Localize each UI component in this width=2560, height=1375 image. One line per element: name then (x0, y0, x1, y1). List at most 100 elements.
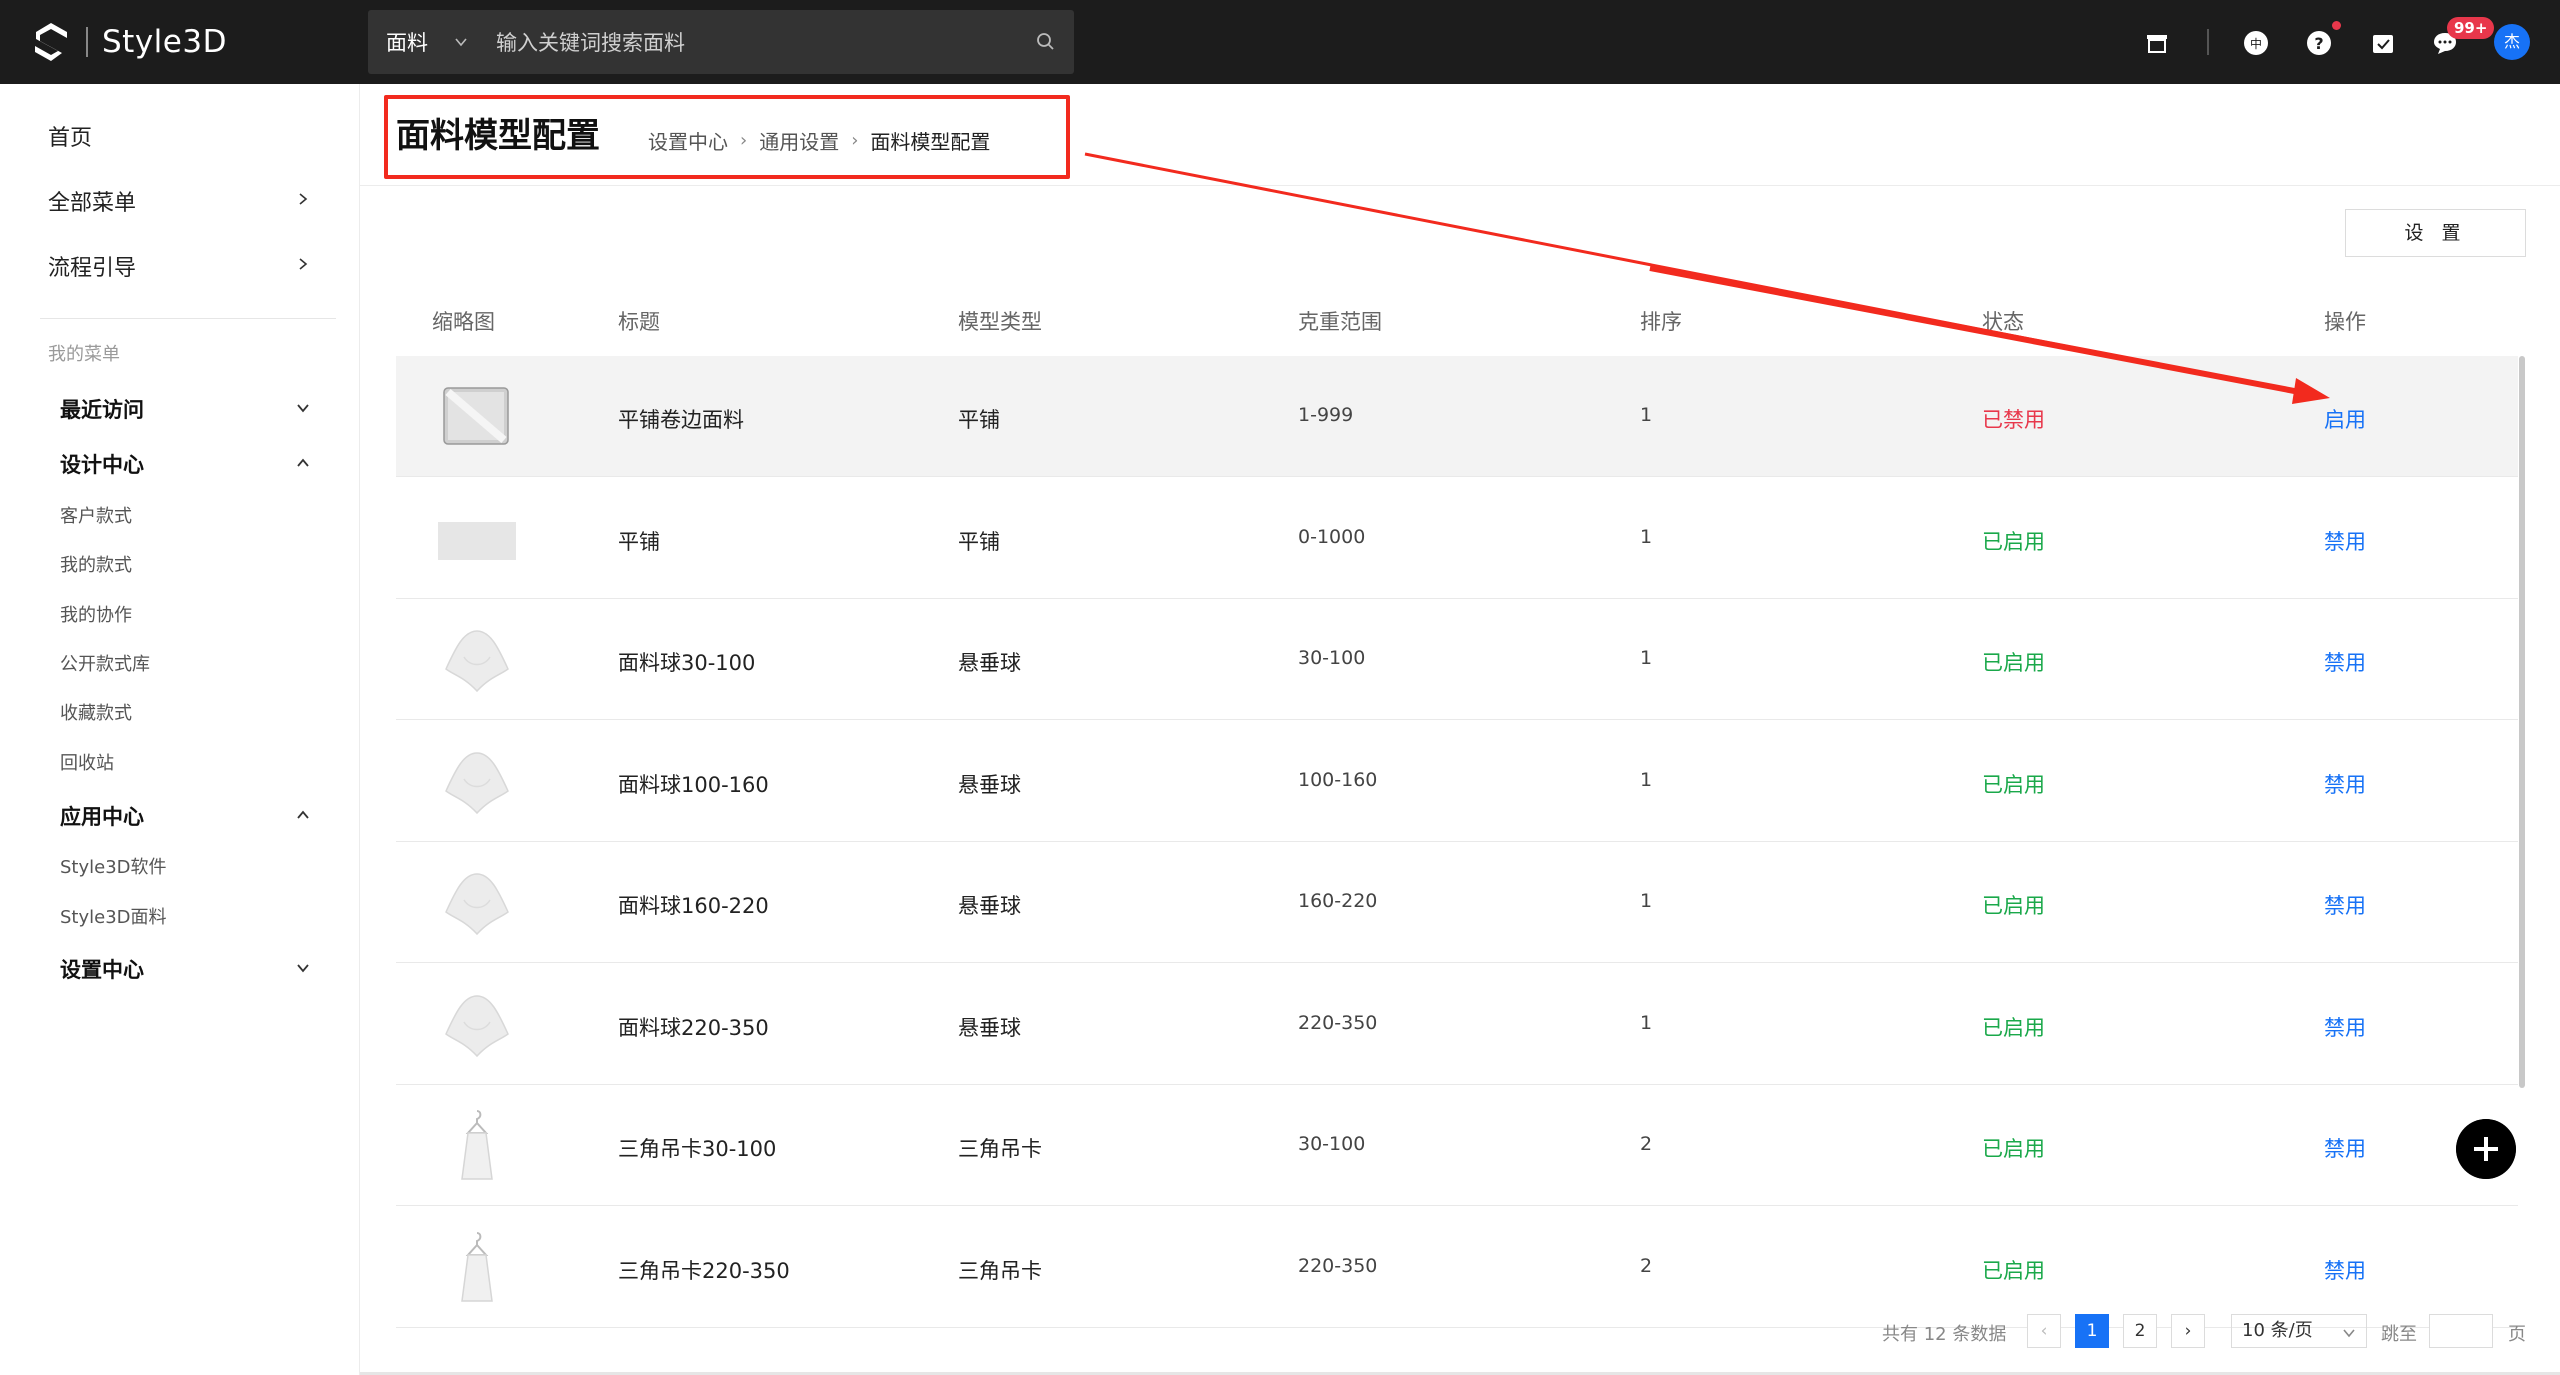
cell-status: 已启用 (1982, 1137, 2045, 1161)
cell-title: 三角吊卡30-100 (618, 1137, 777, 1161)
cell-model-type: 悬垂球 (958, 894, 1021, 918)
sidebar-item-my-collaborations[interactable]: 我的协作 (60, 601, 132, 627)
cell-title: 三角吊卡220-350 (618, 1258, 790, 1283)
sidebar-item-home[interactable]: 首页 (48, 120, 92, 152)
cell-status: 已启用 (1982, 651, 2045, 675)
table-scrollbar[interactable] (2519, 356, 2525, 1088)
jump-to-label: 跳至 (2381, 1324, 2417, 1345)
chevron-right-icon[interactable] (296, 192, 310, 206)
search-category-select[interactable]: 面料 (386, 27, 428, 57)
sidebar-item-style3d-software[interactable]: Style3D软件 (60, 853, 167, 879)
thumbnail-image (438, 521, 516, 560)
chevron-right-icon[interactable] (296, 257, 310, 271)
toggle-status-link[interactable]: 禁用 (2324, 890, 2366, 920)
column-header-title: 标题 (618, 310, 660, 334)
toggle-status-link[interactable]: 禁用 (2324, 1012, 2366, 1042)
sidebar-item-process-guide[interactable]: 流程引导 (48, 250, 136, 282)
language-icon[interactable]: 中 (2243, 30, 2269, 56)
page-size-select[interactable]: 10 条/页 (2231, 1314, 2367, 1348)
thumbnail-image (445, 630, 509, 693)
app-logo[interactable]: Style3D (32, 20, 227, 64)
help-alert-dot (2332, 21, 2341, 30)
chevron-up-icon[interactable] (296, 808, 310, 822)
sidebar-item-customer-styles[interactable]: 客户款式 (60, 502, 132, 528)
cell-model-type: 平铺 (958, 529, 1000, 554)
toggle-status-link[interactable]: 禁用 (2324, 526, 2366, 556)
page-suffix-label: 页 (2508, 1324, 2526, 1345)
toolbar-divider (2207, 29, 2209, 55)
pagination-page-1[interactable]: 1 (2075, 1314, 2109, 1348)
toggle-status-link[interactable]: 禁用 (2324, 1255, 2366, 1285)
table-row: 面料球30-100 悬垂球 30-100 1 已启用 禁用 (396, 599, 2518, 720)
cell-status: 已启用 (1982, 772, 2045, 797)
chevron-down-icon[interactable] (296, 401, 310, 415)
toggle-status-link[interactable]: 启用 (2324, 404, 2366, 434)
jump-to-input[interactable] (2429, 1314, 2493, 1348)
cell-status: 已启用 (1982, 529, 2045, 554)
cell-order: 1 (1640, 647, 1653, 669)
cell-status: 已启用 (1982, 894, 2045, 918)
sidebar-item-recycle-bin[interactable]: 回收站 (60, 749, 114, 775)
sidebar-item-favorites[interactable]: 收藏款式 (60, 699, 132, 725)
cell-weight-range: 30-100 (1298, 647, 1366, 669)
toggle-status-link[interactable]: 禁用 (2324, 769, 2366, 799)
cell-order: 2 (1640, 1133, 1653, 1155)
thumbnail-image (445, 994, 509, 1057)
add-floating-button[interactable] (2456, 1119, 2516, 1179)
pagination-total: 共有 12 条数据 (1882, 1324, 2007, 1345)
pagination-next-button[interactable]: › (2171, 1314, 2205, 1348)
app-name: Style3D (86, 27, 227, 58)
sidebar-item-public-library[interactable]: 公开款式库 (60, 650, 150, 676)
cell-model-type: 平铺 (958, 408, 1000, 432)
sidebar-group-apps[interactable]: 应用中心 (60, 801, 144, 831)
avatar[interactable]: 杰 (2494, 24, 2530, 60)
notification-badge: 99+ (2447, 17, 2495, 39)
chevron-down-icon[interactable] (454, 35, 468, 49)
table-row: 三角吊卡220-350 三角吊卡 220-350 2 已启用 禁用 (396, 1207, 2518, 1328)
sidebar-group-design[interactable]: 设计中心 (60, 449, 144, 479)
column-header-weight-range: 克重范围 (1298, 310, 1382, 334)
store-icon[interactable] (2144, 30, 2170, 56)
cell-model-type: 三角吊卡 (958, 1258, 1042, 1283)
pagination-prev-button[interactable]: ‹ (2027, 1314, 2061, 1348)
cell-weight-range: 100-160 (1298, 768, 1378, 791)
table-row: 三角吊卡30-100 三角吊卡 30-100 2 已启用 禁用 (396, 1085, 2518, 1206)
help-icon[interactable]: ? (2306, 30, 2332, 56)
sidebar-item-style3d-fabric[interactable]: Style3D面料 (60, 903, 167, 929)
cell-order: 1 (1640, 525, 1653, 548)
settings-button[interactable]: 设 置 (2345, 209, 2526, 257)
search-bar[interactable]: 面料 输入关键词搜索面料 (368, 10, 1074, 74)
toggle-status-link[interactable]: 禁用 (2324, 1133, 2366, 1163)
cell-order: 1 (1640, 1011, 1653, 1034)
chevron-down-icon[interactable] (296, 961, 310, 975)
page-size-value: 10 条/页 (2242, 1320, 2313, 1341)
cell-model-type: 三角吊卡 (958, 1137, 1042, 1161)
pagination-page-2[interactable]: 2 (2123, 1314, 2157, 1348)
search-icon[interactable] (1036, 32, 1056, 52)
column-header-action: 操作 (2324, 310, 2366, 334)
thumbnail-image (461, 1231, 493, 1302)
search-input[interactable]: 输入关键词搜索面料 (496, 27, 685, 57)
sidebar-group-recent[interactable]: 最近访问 (60, 394, 144, 424)
table-row: 平铺 平铺 0-1000 1 已启用 禁用 (396, 478, 2518, 599)
toggle-status-link[interactable]: 禁用 (2324, 647, 2366, 677)
task-icon[interactable] (2370, 30, 2396, 56)
svg-text:?: ? (2314, 34, 2323, 53)
thumbnail-image (461, 1110, 493, 1180)
cell-weight-range: 160-220 (1298, 890, 1378, 912)
cell-weight-range: 220-350 (1298, 1254, 1378, 1277)
svg-text:中: 中 (2250, 36, 2262, 51)
cell-model-type: 悬垂球 (958, 651, 1021, 675)
cell-title: 平铺 (618, 529, 660, 554)
chevron-up-icon[interactable] (296, 456, 310, 470)
cell-model-type: 悬垂球 (958, 1015, 1021, 1040)
sidebar: 首页 全部菜单 流程引导 我的菜单 最近访问 设计中心 客户款式 我的款式 我的… (0, 84, 360, 1375)
column-header-thumbnail: 缩略图 (432, 310, 495, 334)
sidebar-my-menu-caption: 我的菜单 (48, 344, 120, 365)
sidebar-item-all-menus[interactable]: 全部菜单 (48, 185, 136, 217)
sidebar-item-my-styles[interactable]: 我的款式 (60, 551, 132, 577)
cell-title: 面料球30-100 (618, 651, 756, 675)
sidebar-group-settings[interactable]: 设置中心 (60, 954, 144, 984)
thumbnail-image (445, 873, 509, 936)
annotation-highlight-box (384, 95, 1070, 179)
